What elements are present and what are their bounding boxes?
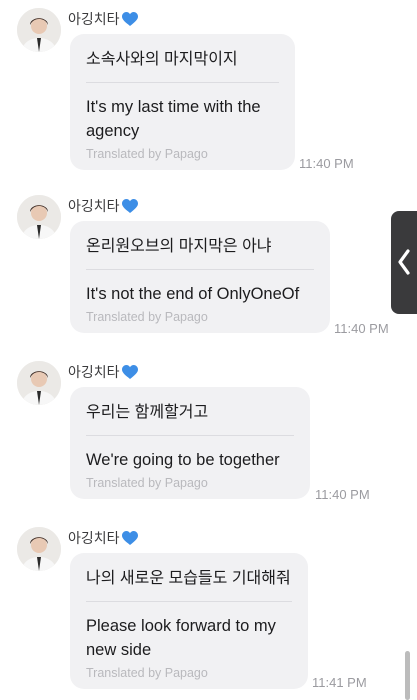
translation-credit: Translated by Papago [86,310,208,324]
timestamp: 11:40 PM [299,156,354,171]
avatar[interactable] [17,195,61,239]
message-bubble[interactable]: 온리원오브의 마지막은 아냐 It's not the end of OnlyO… [70,221,330,333]
original-text: 나의 새로운 모습들도 기대해줘 [86,570,291,587]
timestamp: 11:41 PM [312,675,367,690]
translated-text: It's my last time with the agency [86,98,261,140]
sender-name: 아깅치타 [68,9,138,30]
timestamp: 11:40 PM [315,487,370,502]
avatar[interactable] [17,8,61,52]
translation-credit: Translated by Papago [86,147,208,161]
scrollbar[interactable] [405,651,410,700]
message-bubble[interactable]: 나의 새로운 모습들도 기대해줘 Please look forward to … [70,553,308,689]
blue-heart-icon [121,531,138,549]
blue-heart-icon [121,365,138,383]
original-text: 우리는 함께할거고 [86,404,209,421]
timestamp: 11:40 PM [334,321,389,336]
translation-credit: Translated by Papago [86,666,208,680]
sender-name: 아깅치타 [68,196,138,217]
sender-name: 아깅치타 [68,362,138,383]
translated-text: It's not the end of OnlyOneOf [86,285,300,303]
message-bubble[interactable]: 우리는 함께할거고 We're going to be together Tra… [70,387,310,499]
translated-text: We're going to be together [86,451,280,469]
translation-credit: Translated by Papago [86,476,208,490]
avatar[interactable] [17,361,61,405]
avatar[interactable] [17,527,61,571]
side-panel-tab[interactable] [391,211,417,314]
blue-heart-icon [121,199,138,217]
message-bubble[interactable]: 소속사와의 마지막이지 It's my last time with the a… [70,34,295,170]
original-text: 온리원오브의 마지막은 아냐 [86,238,272,255]
chevron-left-icon [398,249,410,275]
original-text: 소속사와의 마지막이지 [86,51,238,68]
sender-name: 아깅치타 [68,528,138,549]
translated-text: Please look forward to my new side [86,617,276,659]
blue-heart-icon [121,12,138,30]
